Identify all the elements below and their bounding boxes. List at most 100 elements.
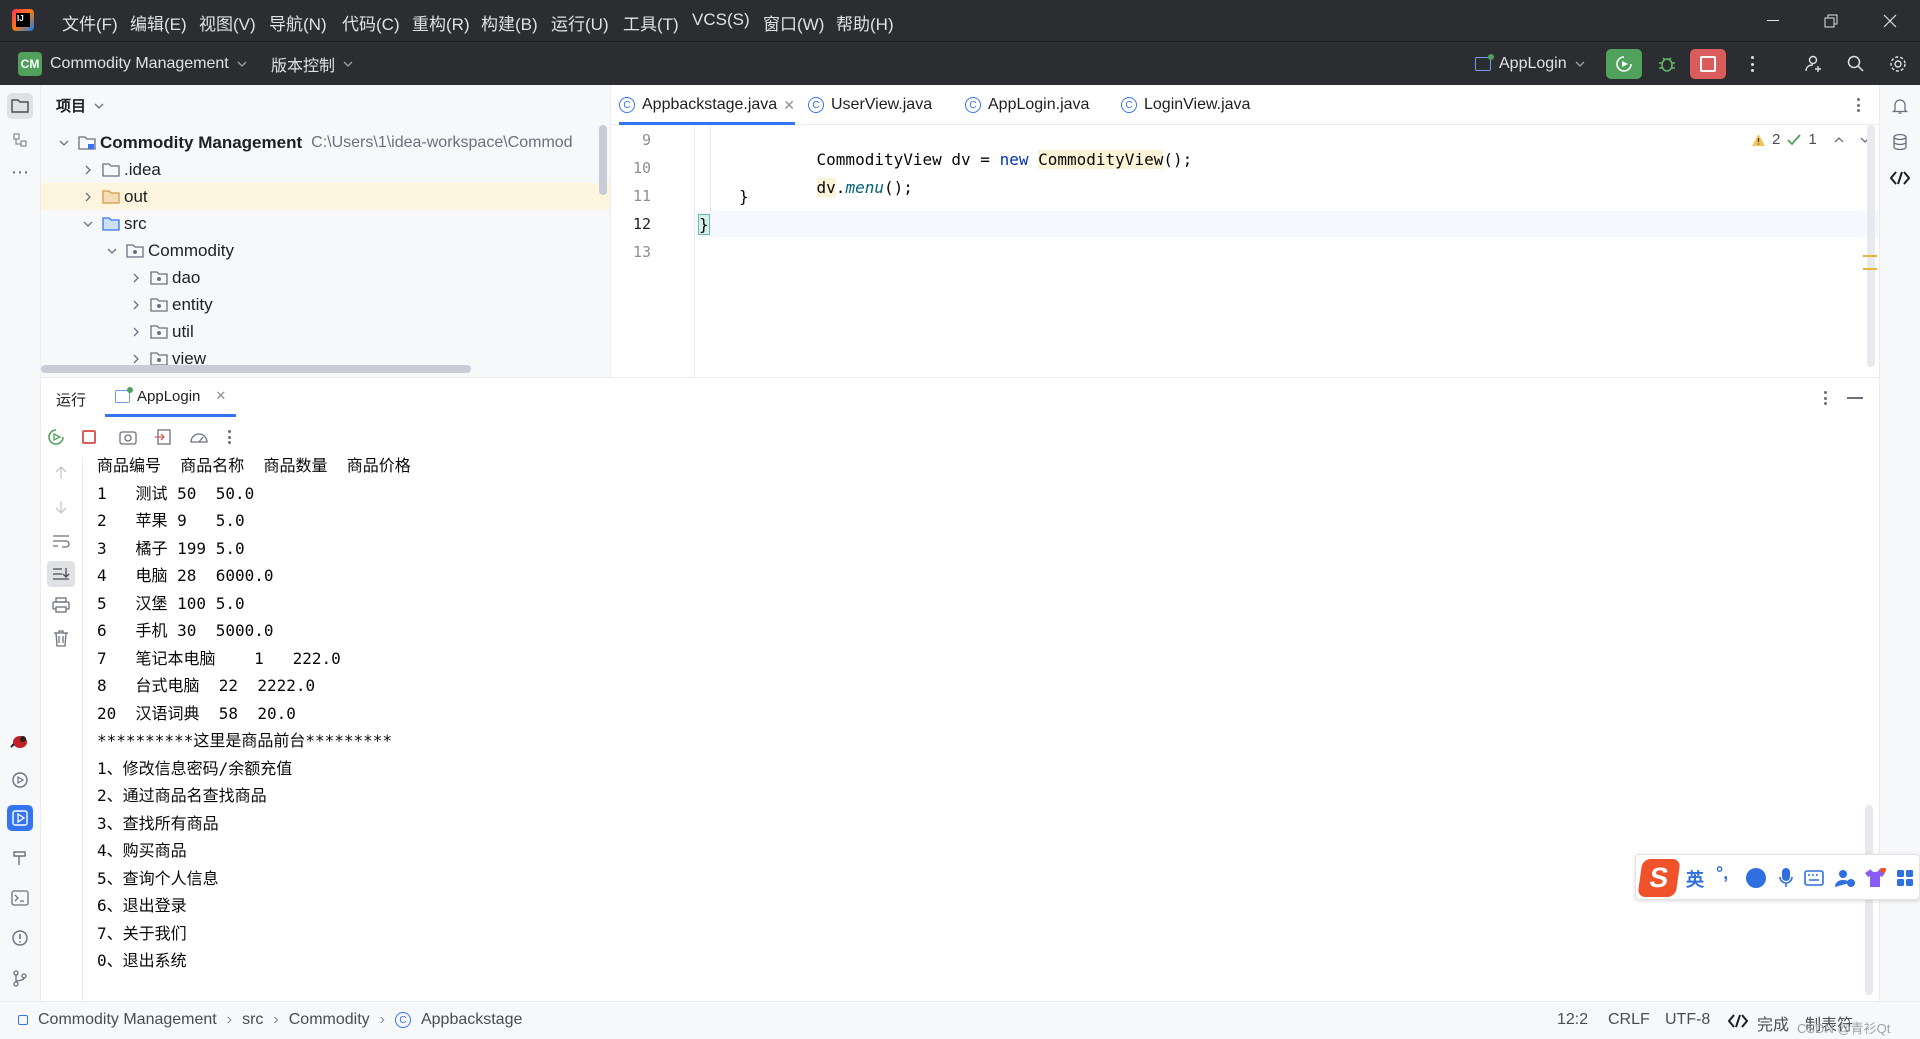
- ime-language-toggle[interactable]: 英: [1686, 866, 1704, 892]
- chevron-up-icon[interactable]: [1833, 135, 1845, 145]
- structure-tool-button[interactable]: [7, 127, 33, 153]
- terminal-tool-button[interactable]: [7, 885, 33, 911]
- restore-layout-button[interactable]: [154, 428, 172, 446]
- more-tools-button[interactable]: ⋯: [7, 159, 33, 185]
- clear-console-button[interactable]: [53, 629, 69, 647]
- tab-run-applogin[interactable]: AppLogin ✕: [105, 378, 237, 417]
- services-tool-button[interactable]: [7, 767, 33, 793]
- add-user-button[interactable]: [1804, 54, 1824, 74]
- close-tab-icon[interactable]: ✕: [783, 97, 795, 114]
- microphone-icon[interactable]: [1778, 867, 1794, 889]
- breadcrumb-item[interactable]: Commodity Management: [38, 1011, 217, 1029]
- endpoints-button[interactable]: [1887, 165, 1913, 191]
- stop-button[interactable]: [1690, 49, 1726, 79]
- tab-options-button[interactable]: [1851, 95, 1865, 115]
- project-view-selector[interactable]: 项目: [56, 95, 104, 116]
- sogou-logo-icon[interactable]: S: [1637, 859, 1681, 897]
- restore-button[interactable]: [1803, 0, 1859, 41]
- close-window-button[interactable]: [1862, 0, 1918, 41]
- caret-position[interactable]: 12:2: [1557, 1011, 1588, 1029]
- vcs-menu[interactable]: 版本控制: [271, 51, 353, 77]
- warning-stripe-marker[interactable]: [1863, 268, 1877, 270]
- project-tool-button[interactable]: [7, 93, 33, 119]
- tree-item-out[interactable]: out: [41, 183, 610, 210]
- profiler-button[interactable]: [189, 428, 209, 446]
- tree-item-commodity[interactable]: Commodity: [41, 237, 610, 264]
- vertical-scrollbar[interactable]: [599, 125, 607, 195]
- horizontal-scrollbar[interactable]: [41, 365, 471, 373]
- tab-applogin[interactable]: C AppLogin.java: [965, 85, 1089, 125]
- menu-item[interactable]: 视图(V): [199, 10, 256, 35]
- more-actions-button[interactable]: [1742, 54, 1762, 74]
- menu-item[interactable]: 重构(R): [412, 10, 470, 35]
- console-output[interactable]: 商品编号 商品名称 商品数量 商品价格 1 测试 50 50.0 2 苹果 9 5.…: [83, 457, 1879, 1001]
- breadcrumb-item[interactable]: Appbackstage: [421, 1011, 522, 1029]
- git-tool-button[interactable]: [7, 965, 33, 991]
- menu-item[interactable]: VCS(S): [692, 10, 750, 30]
- tree-item-src[interactable]: src: [41, 210, 610, 237]
- code-line-12: }: [698, 214, 710, 235]
- scroll-up-button[interactable]: [53, 465, 69, 481]
- problems-tool-button[interactable]: [7, 925, 33, 951]
- run-tool-button[interactable]: [7, 805, 33, 831]
- user-settings-icon[interactable]: [1834, 868, 1856, 888]
- bug-icon: [1659, 57, 1675, 72]
- menu-item[interactable]: 工具(T): [623, 10, 679, 35]
- database-button[interactable]: [1887, 129, 1913, 155]
- breadcrumb-item[interactable]: Commodity: [289, 1011, 370, 1029]
- menu-item[interactable]: 构建(B): [481, 10, 538, 35]
- tree-item-entity[interactable]: entity: [41, 291, 610, 318]
- tree-item-idea[interactable]: .idea: [41, 156, 610, 183]
- minimize-panel-button[interactable]: [1847, 397, 1863, 399]
- menu-item[interactable]: 运行(U): [551, 10, 609, 35]
- tree-item-util[interactable]: util: [41, 318, 610, 345]
- project-switcher[interactable]: CM Commodity Management: [18, 51, 247, 77]
- inspection-widget[interactable]: 2 1: [1751, 131, 1871, 148]
- tab-loginview[interactable]: C LoginView.java: [1121, 85, 1250, 125]
- tab-userview[interactable]: C UserView.java: [808, 85, 932, 125]
- run-options-button[interactable]: [1818, 388, 1832, 408]
- stop-button[interactable]: [82, 430, 96, 444]
- scroll-down-button[interactable]: [53, 499, 69, 515]
- menu-item[interactable]: 导航(N): [269, 10, 327, 35]
- emoji-icon[interactable]: [1746, 868, 1766, 888]
- debug-button[interactable]: [1652, 49, 1682, 79]
- rerun-button[interactable]: [1606, 49, 1642, 79]
- menu-item[interactable]: 编辑(E): [130, 10, 187, 35]
- skin-shirt-icon[interactable]: [1864, 868, 1886, 888]
- menu-item[interactable]: 帮助(H): [836, 10, 894, 35]
- tree-root[interactable]: Commodity Management C:\Users\1\idea-wor…: [41, 129, 610, 156]
- close-tab-icon[interactable]: ✕: [215, 388, 226, 404]
- code-with-me-icon[interactable]: [1728, 1014, 1748, 1028]
- more-run-actions-button[interactable]: [224, 427, 234, 447]
- soft-wrap-button[interactable]: [51, 533, 71, 549]
- line-separator[interactable]: CRLF: [1608, 1011, 1650, 1029]
- settings-button[interactable]: [1888, 54, 1908, 74]
- keyboard-icon[interactable]: [1804, 870, 1824, 886]
- build-tool-button[interactable]: [7, 845, 33, 871]
- code-editor[interactable]: 9 10 11 12 13 CommodityView dv = new Com…: [611, 125, 1879, 377]
- scroll-end-icon: [53, 568, 70, 580]
- print-button[interactable]: [52, 597, 70, 613]
- rerun-button[interactable]: [47, 428, 65, 446]
- punctuation-icon[interactable]: °,: [1716, 863, 1728, 884]
- console-line: 4 电脑 28 6000.0: [97, 566, 274, 585]
- apps-grid-icon[interactable]: [1896, 869, 1914, 887]
- search-button[interactable]: [1846, 54, 1866, 74]
- menu-item[interactable]: 文件(F): [62, 10, 118, 35]
- menu-item[interactable]: 代码(C): [342, 10, 400, 35]
- tab-appbackstage[interactable]: C Appbackstage.java ✕: [619, 85, 795, 125]
- warning-stripe-marker[interactable]: [1863, 255, 1877, 257]
- menu-item[interactable]: 窗口(W): [763, 10, 824, 35]
- screenshot-button[interactable]: [119, 429, 137, 445]
- tree-item-dao[interactable]: dao: [41, 264, 610, 291]
- notifications-button[interactable]: [1887, 93, 1913, 119]
- run-config-selector[interactable]: AppLogin: [1475, 51, 1585, 77]
- editor-scrollbar[interactable]: [1867, 125, 1875, 367]
- console-scrollbar[interactable]: [1865, 805, 1873, 995]
- minimize-button[interactable]: [1745, 0, 1801, 41]
- plugin-bird-button[interactable]: [7, 728, 33, 754]
- breadcrumb-item[interactable]: src: [242, 1011, 263, 1029]
- scroll-to-end-button[interactable]: [47, 561, 75, 587]
- file-encoding[interactable]: UTF-8: [1665, 1011, 1710, 1029]
